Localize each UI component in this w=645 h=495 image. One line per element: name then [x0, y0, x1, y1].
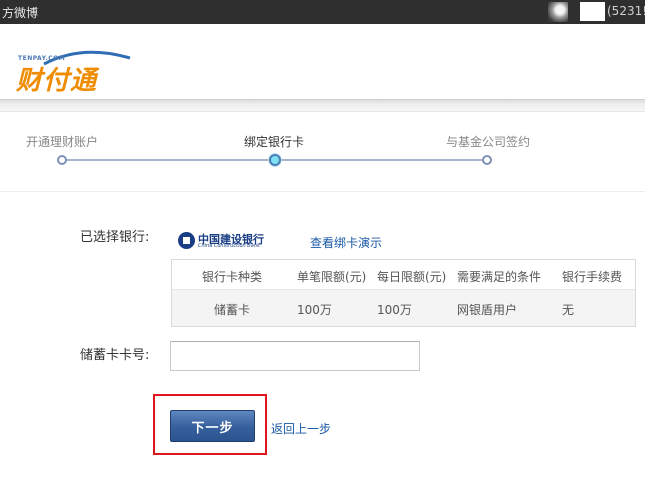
- header-condition: 需要满足的条件: [457, 270, 542, 284]
- card-number-label: 储蓄卡卡号:: [80, 348, 150, 363]
- bank-logo: 中国建设银行 China Construction Bank: [178, 231, 288, 251]
- table-row: 储蓄卡 100万 100万 网银盾用户 无: [172, 290, 635, 326]
- step-3-dot: [482, 155, 492, 165]
- next-step-button[interactable]: 下一步: [170, 410, 255, 442]
- table-header: 银行卡种类 单笔限额(元) 每日限额(元) 需要满足的条件 银行手续费: [172, 260, 635, 290]
- step-1-label: 开通理财账户: [26, 135, 99, 149]
- card-number-input[interactable]: [170, 341, 420, 371]
- cell-fee: 无: [562, 303, 575, 317]
- top-bar: 方微博 (5231!: [0, 0, 645, 24]
- weibo-title[interactable]: 方微博: [2, 4, 38, 21]
- user-id: (5231!: [607, 4, 645, 18]
- step-2-label: 绑定银行卡: [244, 135, 305, 149]
- header-single-limit: 单笔限额(元): [297, 270, 367, 284]
- header-card-type: 银行卡种类: [202, 270, 263, 284]
- back-link[interactable]: 返回上一步: [271, 420, 331, 437]
- header-divider: [0, 99, 645, 112]
- cell-card-type: 储蓄卡: [214, 303, 251, 317]
- header-daily-limit: 每日限额(元): [377, 270, 447, 284]
- ccb-emblem-icon: [178, 232, 195, 249]
- step-1-dot: [57, 155, 67, 165]
- header-fee: 银行手续费: [562, 270, 623, 284]
- user-name-box[interactable]: [580, 2, 605, 21]
- bind-card-demo-link[interactable]: 查看绑卡演示: [310, 234, 382, 251]
- cell-single-limit: 100万: [297, 303, 332, 317]
- limits-table: 银行卡种类 单笔限额(元) 每日限额(元) 需要满足的条件 银行手续费 储蓄卡 …: [171, 259, 636, 327]
- step-2-dot: [269, 154, 281, 166]
- logo-text: 财付通: [16, 66, 98, 96]
- bank-label: 已选择银行:: [80, 230, 150, 245]
- progress-steps: 开通理财账户 绑定银行卡 与基金公司签约: [0, 112, 645, 192]
- cell-condition: 网银盾用户: [457, 303, 518, 317]
- tenpay-logo[interactable]: TENPAY.COM 财付通: [16, 50, 146, 96]
- cell-daily-limit: 100万: [377, 303, 412, 317]
- avatar[interactable]: [548, 2, 568, 22]
- step-3-label: 与基金公司签约: [446, 135, 531, 149]
- bank-name-en: China Construction Bank: [198, 243, 260, 249]
